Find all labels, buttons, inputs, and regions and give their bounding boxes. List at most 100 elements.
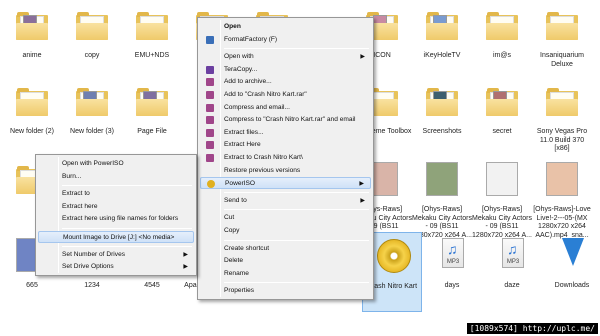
winrar-icon	[206, 78, 214, 87]
menu-item[interactable]: Mount Image to Drive [J:] <No media>	[38, 231, 194, 243]
menu-item[interactable]: Burn...	[38, 171, 194, 183]
menu-item-label: Open with	[224, 53, 254, 61]
file-label: im@s	[493, 52, 511, 59]
menu-item[interactable]: Extract files...	[200, 127, 371, 139]
menu-item[interactable]: Create shortcut	[200, 243, 371, 255]
menu-item[interactable]: Open	[200, 21, 371, 33]
menu-separator	[224, 209, 369, 211]
menu-item[interactable]: Add to "Crash Nitro Kart.rar"	[200, 89, 371, 101]
menu-item-label: Burn...	[62, 172, 82, 180]
file-item[interactable]: [Ohys-Raws] Mekaku City Actors - 09 (BS1…	[412, 156, 472, 239]
teracopy-icon	[206, 65, 214, 74]
menu-item-label: Add to "Crash Nitro Kart.rar"	[224, 91, 307, 98]
menu-item[interactable]: TeraCopy...	[200, 64, 371, 76]
menu-item[interactable]: Add to archive...	[200, 76, 371, 88]
music-file-icon: ♫MP3	[442, 238, 464, 268]
file-label: Page File	[137, 128, 167, 135]
menu-item-label: Add to archive...	[224, 78, 272, 86]
menu-item-label: Properties	[224, 287, 255, 295]
file-item[interactable]: Page File	[122, 78, 182, 158]
submenu-arrow-icon: ▶	[360, 197, 365, 204]
menu-item[interactable]: Properties	[200, 285, 371, 297]
file-item[interactable]: ♫ MP3 daze	[482, 232, 542, 312]
folder-icon	[16, 12, 48, 40]
winrar-icon	[206, 128, 214, 137]
file-item[interactable]: Insaniquarium Deluxe	[532, 2, 592, 82]
menu-separator	[62, 228, 192, 229]
file-item[interactable]: iKeyHoleTV	[412, 2, 472, 82]
context-menu: Open FormatFactory (F) Open with ▶ TeraCopy.…	[197, 17, 374, 300]
menu-item[interactable]: Open with ▶	[200, 51, 371, 63]
file-item[interactable]: [Ohys-Raws] Mekaku City Actors - 09 (BS1…	[472, 156, 532, 239]
submenu-arrow-icon: ▶	[360, 54, 365, 61]
menu-item-label: PowerISO	[225, 180, 256, 188]
file-item[interactable]: Screenshots	[412, 78, 472, 158]
menu-separator	[62, 185, 192, 187]
menu-item[interactable]: Extract here	[38, 201, 194, 213]
folder-icon	[16, 88, 48, 116]
menu-item-label: Compress and email...	[224, 103, 290, 111]
menu-item-label: Create shortcut	[224, 244, 270, 252]
menu-item-label: Rename	[224, 269, 249, 277]
file-item[interactable]: im@s	[472, 2, 532, 82]
submenu-arrow-icon: ▶	[359, 181, 364, 188]
file-label: New folder (3)	[70, 128, 114, 135]
submenu-arrow-icon: ▶	[183, 251, 188, 258]
file-item[interactable]: New folder (3)	[62, 78, 122, 158]
menu-item-label: Extract files...	[224, 128, 264, 136]
menu-item[interactable]: Restore previous versions	[200, 165, 371, 177]
menu-item-label: TeraCopy...	[224, 65, 258, 73]
file-label: 1234	[84, 282, 100, 289]
folder-icon	[136, 12, 168, 40]
file-item[interactable]: Downloads	[542, 232, 600, 312]
menu-item-label: Extract Here	[224, 141, 261, 149]
file-label: 665	[26, 282, 38, 289]
menu-item[interactable]: Open with PowerISO	[38, 158, 194, 170]
image-thumbnail	[426, 162, 458, 196]
file-label: New folder (2)	[10, 128, 54, 135]
file-item[interactable]: New folder (2)	[2, 78, 62, 158]
file-label: Downloads	[554, 282, 590, 289]
file-item[interactable]: anime	[2, 2, 62, 82]
menu-item-label: Restore previous versions	[224, 166, 301, 174]
menu-item[interactable]: Set Drive Options ▶	[38, 261, 194, 273]
menu-item[interactable]: Send to ▶	[200, 195, 371, 207]
file-label: Screenshots	[422, 128, 462, 135]
file-item[interactable]: copy	[62, 2, 122, 82]
menu-item[interactable]: FormatFactory (F)	[200, 34, 371, 46]
folder-icon	[486, 12, 518, 40]
menu-item-label: FormatFactory (F)	[224, 35, 278, 43]
menu-item[interactable]: Extract to	[38, 188, 194, 200]
file-item[interactable]: [Ohys-Raws]-Love Live!-2---05-(MX 1280x7…	[532, 156, 592, 239]
menu-item[interactable]: Extract here using file names for folder…	[38, 213, 194, 225]
file-item[interactable]: secret	[472, 78, 532, 158]
menu-item[interactable]: Cut	[200, 212, 371, 224]
menu-item[interactable]: Extract to Crash Nitro Kart\	[200, 152, 371, 164]
poweriso-submenu: Open with PowerISO Burn... Extract to Extra…	[35, 154, 197, 276]
menu-item-label: Set Number of Drives	[62, 250, 126, 258]
menu-item[interactable]: PowerISO ▶	[200, 177, 371, 190]
menu-item[interactable]: Compress to "Crash Nitro Kart.rar" and e…	[200, 114, 371, 126]
file-item[interactable]: EMU+NDS	[122, 2, 182, 82]
menu-item-label: Extract here using file names for folder…	[62, 215, 179, 223]
menu-item[interactable]: Extract Here	[200, 139, 371, 151]
file-label: anime	[22, 52, 42, 59]
menu-item-label: Open with PowerISO	[62, 160, 124, 167]
file-item[interactable]: ♫ MP3 days	[422, 232, 482, 312]
menu-item[interactable]: Compress and email...	[200, 102, 371, 114]
menu-item[interactable]: Copy	[200, 225, 371, 237]
winrar-icon	[206, 103, 214, 112]
poweriso-icon	[207, 180, 215, 189]
menu-item[interactable]: Set Number of Drives ▶	[38, 249, 194, 261]
menu-item[interactable]: Rename	[200, 268, 371, 280]
menu-item[interactable]: Delete	[200, 255, 371, 267]
menu-item-label: Extract to	[62, 190, 90, 198]
disc-image-icon	[377, 239, 411, 273]
file-item[interactable]: Sony Vegas Pro 11.0 Build 370 [x86]	[532, 78, 592, 158]
menu-item-label: Extract to Crash Nitro Kart\	[224, 154, 303, 161]
menu-separator	[224, 239, 369, 241]
menu-item-label: Set Drive Options	[62, 263, 114, 271]
winrar-icon	[206, 154, 214, 162]
submenu-arrow-icon: ▶	[183, 264, 188, 271]
folder-icon	[426, 12, 458, 40]
